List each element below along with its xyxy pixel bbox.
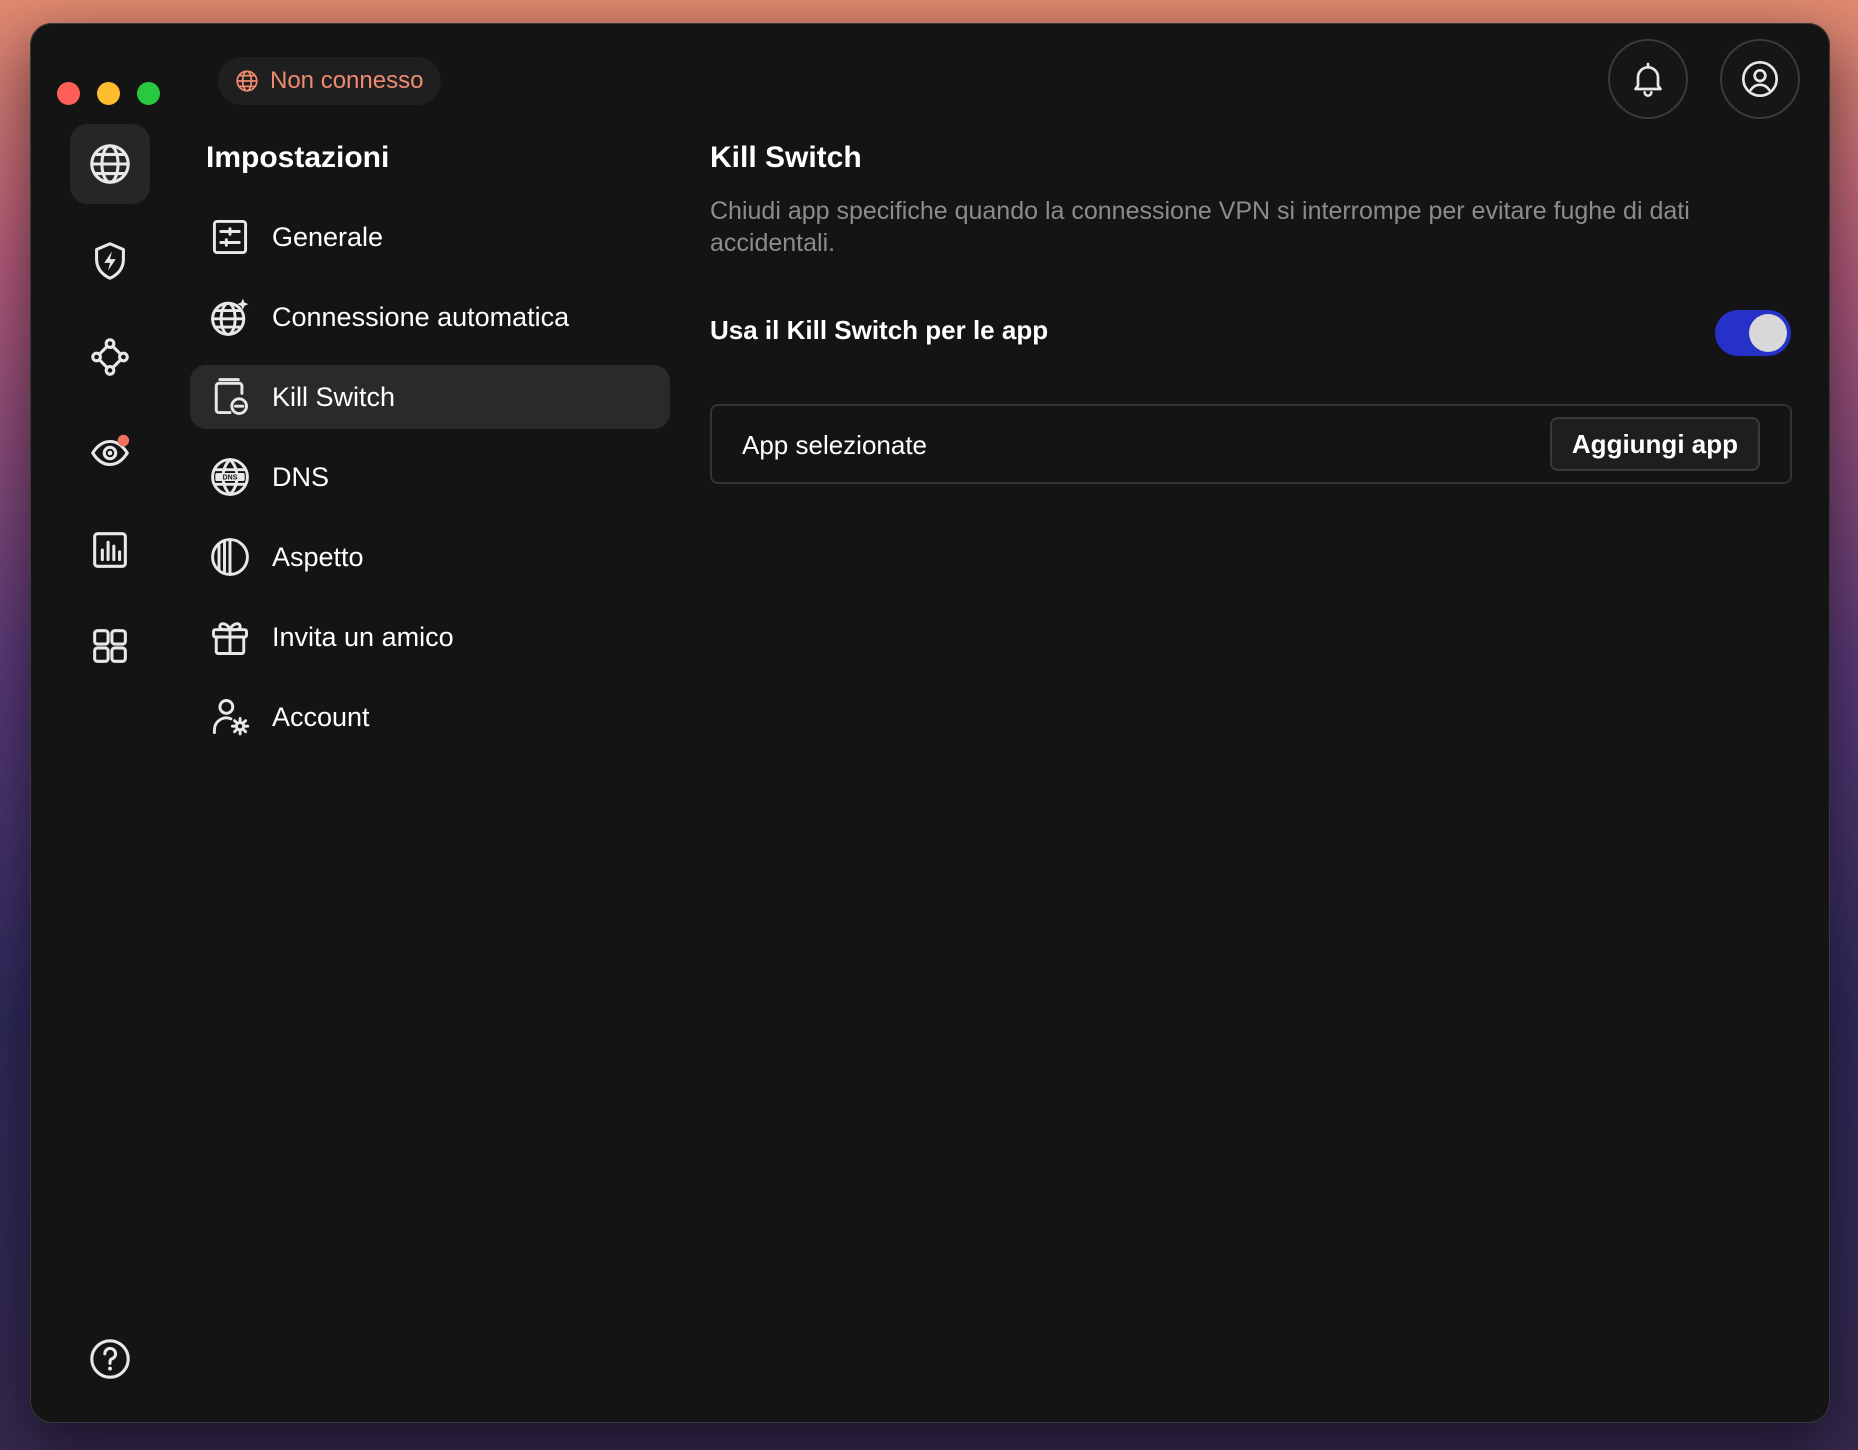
rail-dark-web-monitor[interactable]: [70, 413, 150, 493]
shield-bolt-icon: [95, 242, 125, 280]
settings-item-connessione-automatica[interactable]: Connessione automatica: [190, 285, 670, 349]
app-window: Non connesso Impostazioni Generale Conne…: [30, 23, 1830, 1423]
kill-switch-toggle-label: Usa il Kill Switch per le app: [710, 315, 1049, 345]
svg-text:DNS: DNS: [223, 474, 238, 481]
settings-title: Impostazioni: [206, 141, 390, 174]
apps-grid-icon: [93, 629, 127, 663]
settings-item-label: Generale: [272, 221, 384, 252]
kill-switch-icon: [214, 378, 248, 415]
settings-item-dns[interactable]: DNS DNS: [190, 445, 670, 509]
connection-status-badge: Non connesso: [218, 57, 442, 105]
rail-meshnet[interactable]: [70, 317, 150, 397]
toggle-knob: [1749, 314, 1787, 352]
settings-item-aspetto[interactable]: Aspetto: [190, 525, 670, 589]
help-icon: [90, 1339, 130, 1379]
bell-icon: [1634, 62, 1662, 97]
rail-statistics[interactable]: [70, 510, 150, 590]
rail-threat-protection[interactable]: [70, 221, 150, 301]
globe-icon: [236, 70, 258, 92]
appearance-icon: [211, 538, 249, 576]
notification-dot: [117, 434, 130, 447]
stats-chart-icon: [93, 532, 127, 568]
sliders-icon: [212, 219, 248, 255]
settings-item-kill-switch[interactable]: Kill Switch: [190, 365, 670, 429]
settings-item-label: Invita un amico: [272, 621, 454, 652]
zoom-window-button[interactable]: [137, 82, 160, 105]
add-app-button[interactable]: Aggiungi app: [1549, 417, 1760, 471]
user-icon: [1742, 61, 1778, 97]
settings-item-label: Aspetto: [272, 541, 364, 572]
globe-sparkle-icon: [211, 298, 249, 336]
close-window-button[interactable]: [57, 82, 80, 105]
settings-item-generale[interactable]: Generale: [190, 205, 670, 269]
settings-item-account[interactable]: Account: [190, 685, 670, 749]
radar-icon: [91, 434, 130, 467]
page-title: Kill Switch: [710, 141, 862, 174]
notifications-button[interactable]: [1608, 39, 1688, 119]
settings-item-label: Connessione automatica: [272, 301, 570, 332]
settings-item-label: DNS: [272, 461, 330, 492]
selected-apps-panel: App selezionate Aggiungi app: [710, 404, 1792, 484]
dns-globe-icon: DNS: [211, 458, 249, 496]
rail-apps[interactable]: [70, 606, 150, 686]
minimize-window-button[interactable]: [97, 82, 120, 105]
connection-status-label: Non connesso: [270, 67, 424, 94]
settings-item-label: Kill Switch: [272, 381, 396, 412]
settings-item-label: Account: [272, 701, 370, 732]
gift-icon: [212, 622, 248, 655]
account-gear-icon: [212, 699, 250, 736]
settings-item-invita-un-amico[interactable]: Invita un amico: [190, 605, 670, 669]
rail-vpn[interactable]: [70, 124, 150, 204]
page-description: Chiudi app specifiche quando la connessi…: [710, 197, 1690, 257]
profile-button[interactable]: [1720, 39, 1800, 119]
globe-icon: [90, 144, 130, 184]
rail-help[interactable]: [70, 1319, 150, 1399]
selected-apps-label: App selezionate: [742, 430, 928, 460]
kill-switch-toggle[interactable]: [1715, 310, 1791, 356]
mesh-network-icon: [91, 338, 129, 376]
